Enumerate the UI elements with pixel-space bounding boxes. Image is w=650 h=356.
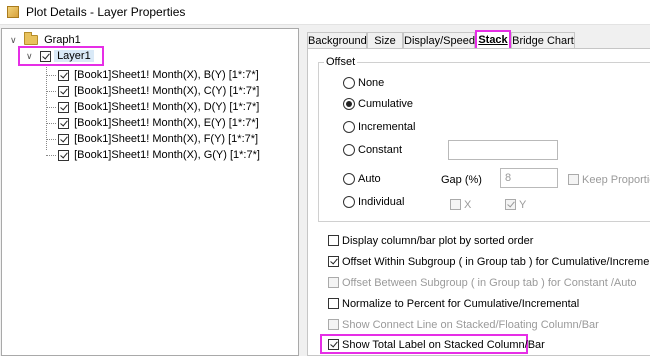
plot-checkbox[interactable] [58,117,69,129]
offset-within-subgroup-label: Offset Within Subgroup ( in Group tab ) … [342,256,650,268]
tree-plot-item[interactable]: [Book1]Sheet1! Month(X), F(Y) [1*:7*] [46,131,258,147]
individual-y-option[interactable]: Y [505,198,526,212]
tab-bridge-chart[interactable]: Bridge Chart [511,32,575,48]
sorted-order-label: Display column/bar plot by sorted order [342,235,534,247]
tree-plot-item[interactable]: [Book1]Sheet1! Month(X), B(Y) [1*:7*] [46,67,259,83]
tree-plot-item[interactable]: [Book1]Sheet1! Month(X), C(Y) [1*:7*] [46,83,259,99]
option-normalize-percent[interactable]: Normalize to Percent for Cumulative/Incr… [328,297,579,311]
gap-label: Gap (%) [441,174,482,186]
constant-input[interactable] [448,140,558,160]
individual-x-checkbox[interactable] [450,199,461,210]
radio-auto[interactable] [343,173,355,185]
layer-checkbox[interactable] [40,50,51,62]
option-offset-within-subgroup[interactable]: Offset Within Subgroup ( in Group tab ) … [328,255,650,269]
keep-proportion-checkbox[interactable] [568,174,579,185]
radio-individual[interactable] [343,196,355,208]
radio-constant-label: Constant [358,144,403,156]
plot-checkbox[interactable] [58,69,69,81]
tree-layer-label: Layer1 [54,50,94,62]
plot-checkbox[interactable] [58,149,69,161]
offset-between-subgroup-label: Offset Between Subgroup ( in Group tab )… [342,277,637,289]
tab-stack[interactable]: Stack [475,30,511,49]
keep-proportion-label: Keep Proportion [582,174,650,186]
plot-label: [Book1]Sheet1! Month(X), D(Y) [1*:7*] [74,101,260,113]
keep-proportion-option[interactable]: Keep Proportion [568,173,650,187]
sorted-order-checkbox[interactable] [328,235,339,246]
normalize-percent-label: Normalize to Percent for Cumulative/Incr… [342,298,580,310]
app-icon [7,6,19,18]
plot-label: [Book1]Sheet1! Month(X), E(Y) [1*:7*] [74,117,259,129]
radio-auto-label: Auto [358,173,381,185]
layer-tree[interactable]: ∨ Graph1 ∨ Layer1 [Book1]Sheet1! Month(X… [1,28,299,356]
plot-checkbox[interactable] [58,101,69,113]
plot-label: [Book1]Sheet1! Month(X), B(Y) [1*:7*] [74,69,259,81]
title-bar: Plot Details - Layer Properties [0,0,650,25]
total-label-label: Show Total Label on Stacked Column/Bar [342,339,545,351]
normalize-percent-checkbox[interactable] [328,298,339,309]
radio-cumulative[interactable] [343,98,355,110]
plot-checkbox[interactable] [58,133,69,145]
radio-none-label: None [358,77,385,89]
offset-between-subgroup-checkbox[interactable] [328,277,339,288]
option-connect-line[interactable]: Show Connect Line on Stacked/Floating Co… [328,318,599,332]
chevron-down-icon[interactable]: ∨ [26,48,33,64]
plot-label: [Book1]Sheet1! Month(X), C(Y) [1*:7*] [74,85,260,97]
radio-incremental-label: Incremental [358,121,416,133]
chevron-down-icon[interactable]: ∨ [10,32,17,48]
tree-plot-item[interactable]: [Book1]Sheet1! Month(X), E(Y) [1*:7*] [46,115,259,131]
option-offset-between-subgroup[interactable]: Offset Between Subgroup ( in Group tab )… [328,276,637,290]
tree-plot-item[interactable]: [Book1]Sheet1! Month(X), D(Y) [1*:7*] [46,99,259,115]
tree-layer[interactable]: ∨ Layer1 [26,48,94,64]
connect-line-checkbox[interactable] [328,319,339,330]
total-label-checkbox[interactable] [328,339,339,350]
tree-plot-item[interactable]: [Book1]Sheet1! Month(X), G(Y) [1*:7*] [46,147,260,163]
individual-x-option[interactable]: X [450,198,471,212]
individual-y-label: Y [519,199,527,211]
plot-label: [Book1]Sheet1! Month(X), G(Y) [1*:7*] [74,149,260,161]
individual-y-checkbox[interactable] [505,199,516,210]
tab-background[interactable]: Background [307,32,367,48]
window-title: Plot Details - Layer Properties [26,5,186,19]
tab-display-speed[interactable]: Display/Speed [403,32,475,48]
radio-incremental[interactable] [343,121,355,133]
plot-checkbox[interactable] [58,85,69,97]
option-sorted-order[interactable]: Display column/bar plot by sorted order [328,234,533,248]
radio-none[interactable] [343,77,355,89]
option-total-label[interactable]: Show Total Label on Stacked Column/Bar [328,338,545,352]
tab-size[interactable]: Size [367,32,403,48]
radio-cumulative-label: Cumulative [358,98,414,110]
tree-root-label: Graph1 [44,34,81,46]
connect-line-label: Show Connect Line on Stacked/Floating Co… [342,319,599,331]
radio-constant[interactable] [343,144,355,156]
gap-input[interactable]: 8 [500,168,558,188]
plot-label: [Book1]Sheet1! Month(X), F(Y) [1*:7*] [74,133,259,145]
individual-x-label: X [464,199,472,211]
folder-icon [24,32,38,46]
radio-individual-label: Individual [358,196,405,208]
offset-within-subgroup-checkbox[interactable] [328,256,339,267]
offset-group-title: Offset [324,56,358,68]
